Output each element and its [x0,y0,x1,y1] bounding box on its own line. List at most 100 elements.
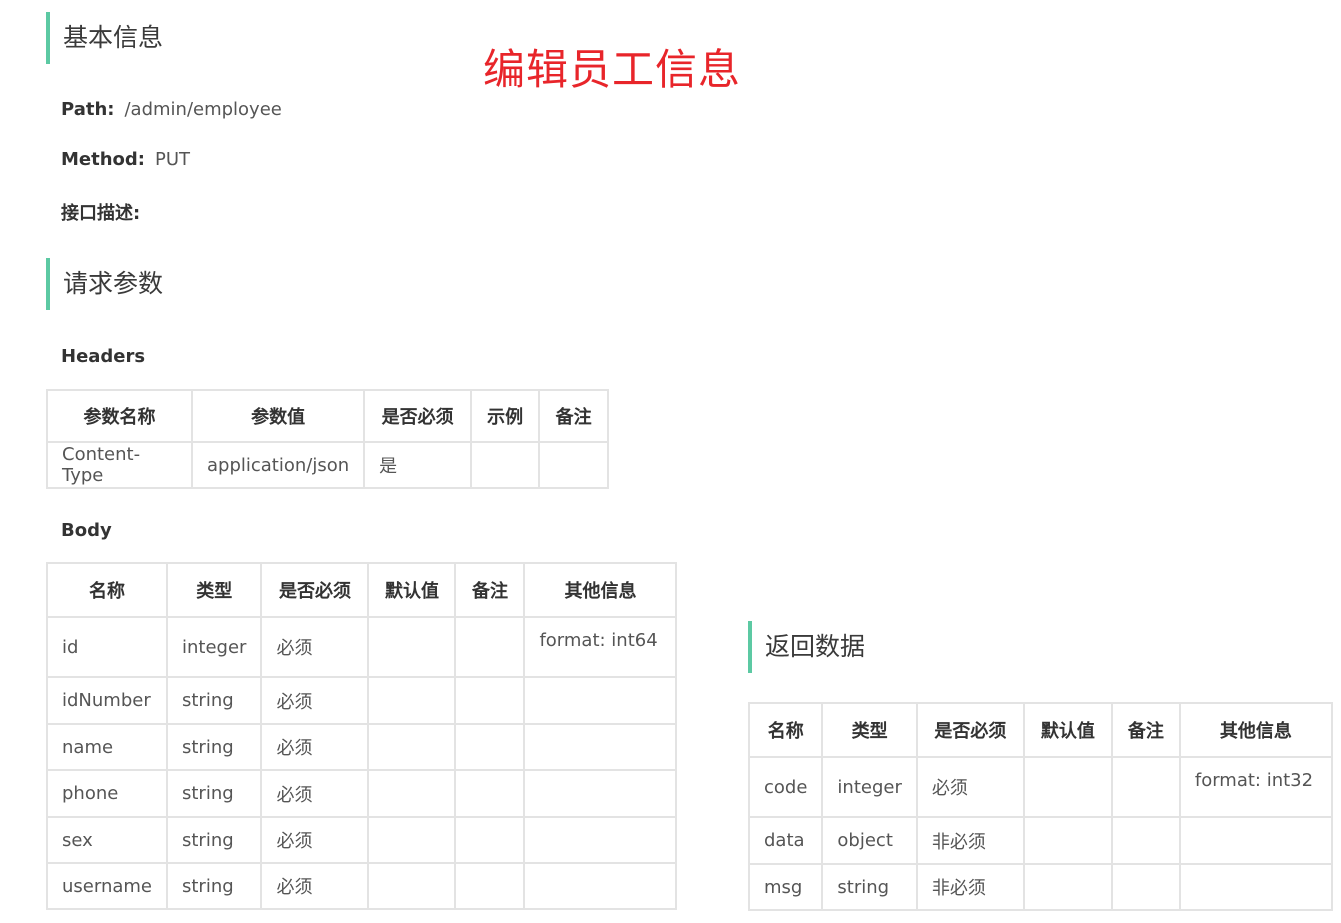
body-table-cell [454,862,526,910]
response-table-column-header: 其他信息 [1178,702,1333,758]
response-table-cell: 非必须 [915,816,1025,865]
response-table-cell [1022,816,1113,865]
headers-label: Headers [61,346,146,367]
body-table-cell [523,769,678,818]
headers-table-column-header: 参数值 [190,389,366,443]
body-table-column-header: 备注 [454,562,526,618]
body-table-cell: name [46,723,168,771]
body-table-cell: username [46,862,168,910]
page-title: 编辑员工信息 [483,45,742,94]
body-table-cell: 必须 [260,723,370,771]
response-table-cell: 必须 [915,756,1025,818]
body-table-cell: phone [46,769,168,818]
body-table-cell: id [46,616,168,678]
body-table-row: name string 必须 [46,723,678,771]
path-value: /admin/employee [124,99,282,120]
response-table-row: data object 非必须 [747,816,1333,865]
body-table-cell [454,816,526,864]
response-table-header: 名称 类型 是否必须 默认值 备注 其他信息 [747,702,1333,758]
body-table-column-header: 其他信息 [523,562,678,618]
body-table-cell [523,862,678,910]
response-table-cell [1110,756,1181,818]
response-table-cell: object [821,816,918,865]
response-table-row: code integer 必须 format: int32 [747,756,1333,818]
response-table-cell [1022,756,1113,818]
body-table: 名称 类型 是否必须 默认值 备注 其他信息 id integer 必须 format: int… [46,562,678,910]
response-table-cell: format: int32 [1178,756,1333,818]
body-table-cell: 必须 [260,862,370,910]
path-label: Path: [61,99,115,120]
headers-table-column-header: 备注 [538,389,610,443]
response-table-cell: data [747,816,824,865]
body-table-row: phone string 必须 [46,769,678,818]
response-table-column-header: 是否必须 [915,702,1025,758]
method-row: Method: PUT [61,149,190,170]
body-table-cell: string [165,676,263,725]
body-table-cell: string [165,816,263,864]
section-heading-basic: 基本信息 [46,12,163,64]
description-row: 接口描述: [61,199,140,225]
body-table-column-header: 名称 [46,562,168,618]
body-table-cell: 必须 [260,676,370,725]
response-table-column-header: 默认值 [1022,702,1113,758]
body-table-cell: idNumber [46,676,168,725]
headers-table-cell [470,441,541,489]
response-table-cell [1178,816,1333,865]
response-table-column-header: 类型 [821,702,918,758]
body-table-cell [367,616,457,678]
headers-table-column-header: 参数名称 [46,389,193,443]
headers-table-cell: Content-Type [46,441,193,489]
body-table-cell [367,769,457,818]
body-table-cell [367,723,457,771]
path-row: Path: /admin/employee [61,99,282,120]
headers-table-header: 参数名称 参数值 是否必须 示例 备注 [46,389,610,443]
body-table-cell: 必须 [260,816,370,864]
response-table-cell: code [747,756,824,818]
body-table-cell [454,616,526,678]
body-table-cell [454,676,526,725]
response-table-column-header: 备注 [1110,702,1181,758]
body-table-cell [523,723,678,771]
headers-table-cell: 是 [363,441,473,489]
body-table-cell: 必须 [260,769,370,818]
body-table-column-header: 类型 [165,562,263,618]
body-table-cell: string [165,862,263,910]
body-table-cell [367,676,457,725]
headers-table: 参数名称 参数值 是否必须 示例 备注 Content-Type application/… [46,389,610,489]
body-table-row: idNumber string 必须 [46,676,678,725]
body-table-cell: string [165,769,263,818]
response-table-cell: 非必须 [915,863,1025,911]
response-table-cell [1022,863,1113,911]
body-label: Body [61,520,112,541]
description-label: 接口描述: [61,203,141,224]
headers-table-cell: application/json [190,441,366,489]
body-table-cell [523,816,678,864]
body-table-column-header: 是否必须 [260,562,370,618]
body-table-cell: 必须 [260,616,370,678]
response-table-cell: msg [747,863,824,911]
body-table-cell: sex [46,816,168,864]
response-table-cell: integer [821,756,918,818]
headers-table-column-header: 是否必须 [363,389,473,443]
response-table-cell [1178,863,1333,911]
body-table-cell: format: int64 [523,616,678,678]
body-table-row: id integer 必须 format: int64 [46,616,678,678]
method-label: Method: [61,149,145,170]
response-table-cell [1110,863,1181,911]
section-heading-response: 返回数据 [748,621,865,673]
headers-table-row: Content-Type application/json 是 [46,441,610,489]
body-table-cell: string [165,723,263,771]
response-table-column-header: 名称 [747,702,824,758]
body-table-cell [454,723,526,771]
body-table-header: 名称 类型 是否必须 默认值 备注 其他信息 [46,562,678,618]
response-table-cell: string [821,863,918,911]
section-heading-request: 请求参数 [46,258,163,310]
body-table-cell: integer [165,616,263,678]
headers-table-column-header: 示例 [470,389,541,443]
response-table-row: msg string 非必须 [747,863,1333,911]
body-table-row: sex string 必须 [46,816,678,864]
headers-table-cell [538,441,610,489]
body-table-cell [367,862,457,910]
response-table: 名称 类型 是否必须 默认值 备注 其他信息 code integer 必须 format: i… [747,702,1333,911]
body-table-cell [367,816,457,864]
